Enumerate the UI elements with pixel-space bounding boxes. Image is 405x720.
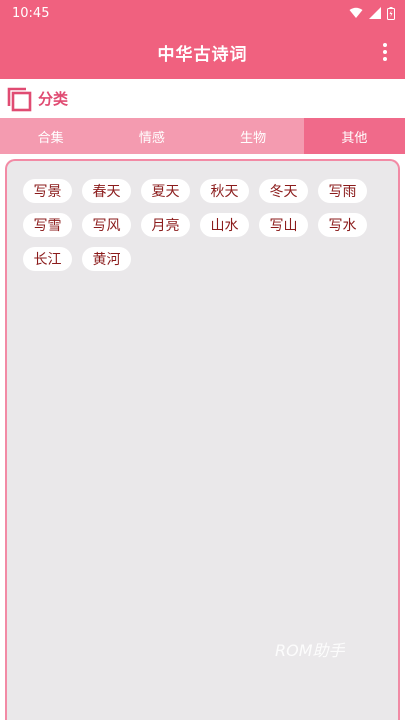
tag-chip[interactable]: 写水 [318,213,367,237]
tag-chip[interactable]: 山水 [200,213,249,237]
section-header: 分类 [0,79,405,118]
tab-other[interactable]: 其他 [303,118,405,154]
tag-chip[interactable]: 秋天 [200,179,249,203]
tag-chip[interactable]: 写山 [259,213,308,237]
status-bar: 10:45 [0,0,405,26]
tag-chip[interactable]: 冬天 [259,179,308,203]
wifi-icon [349,7,363,18]
battery-icon [387,6,395,20]
tag-chip[interactable]: 写雨 [318,179,367,203]
tag-list: 写景 春天 夏天 秋天 冬天 写雨 写雪 写风 月亮 山水 写山 写水 长江 黄… [23,179,383,271]
tab-collection[interactable]: 合集 [0,118,101,154]
app-title: 中华古诗词 [157,45,248,65]
status-time: 10:45 [12,5,50,21]
watermark: ROM助手 [275,641,345,660]
signal-icon [369,7,381,19]
tag-chip[interactable]: 写雪 [23,213,72,237]
tab-emotion[interactable]: 情感 [101,118,202,154]
tag-chip[interactable]: 春天 [82,179,131,203]
status-icons [349,6,395,20]
tag-chip[interactable]: 写景 [23,179,72,203]
tag-chip[interactable]: 黄河 [82,247,131,271]
tag-chip[interactable]: 月亮 [141,213,190,237]
tab-creature[interactable]: 生物 [203,118,304,154]
app-bar: 中华古诗词 [0,26,405,79]
section-title: 分类 [38,90,69,108]
tag-panel: 写景 春天 夏天 秋天 冬天 写雨 写雪 写风 月亮 山水 写山 写水 长江 黄… [5,159,400,720]
tag-chip[interactable]: 写风 [82,213,131,237]
tag-chip[interactable]: 长江 [23,247,72,271]
category-icon [7,87,32,111]
category-tabs: 合集 情感 生物 其他 [0,118,405,154]
overflow-menu-icon[interactable] [375,40,395,64]
tag-chip[interactable]: 夏天 [141,179,190,203]
